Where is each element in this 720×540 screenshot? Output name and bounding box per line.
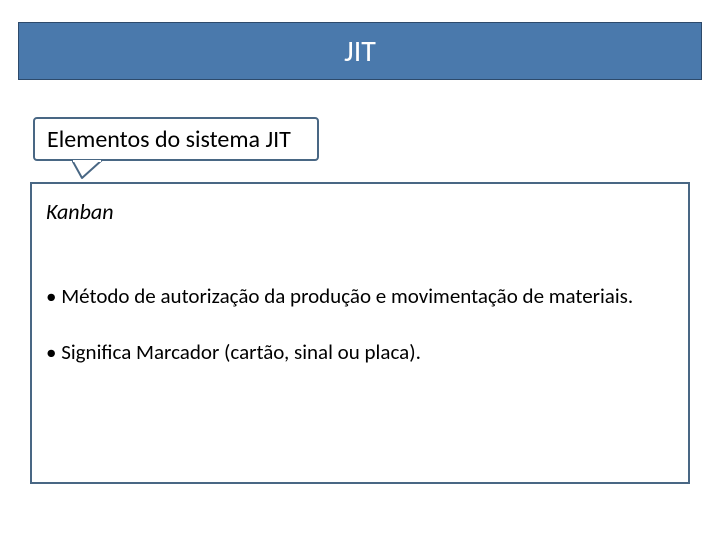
bullet-item: • Significa Marcador (cartão, sinal ou p… xyxy=(46,339,674,365)
slide: JIT Elementos do sistema JIT Kanban • Mé… xyxy=(0,0,720,540)
slide-title: JIT xyxy=(344,33,376,70)
section-heading: Kanban xyxy=(46,198,674,225)
subtitle-callout: Elementos do sistema JIT xyxy=(33,117,319,161)
bullet-item: • Método de autorização da produção e mo… xyxy=(46,283,674,309)
content-box: Kanban • Método de autorização da produç… xyxy=(30,182,690,484)
subtitle-text: Elementos do sistema JIT xyxy=(47,125,291,154)
side-placeholder xyxy=(696,100,714,330)
title-bar: JIT xyxy=(18,22,702,80)
